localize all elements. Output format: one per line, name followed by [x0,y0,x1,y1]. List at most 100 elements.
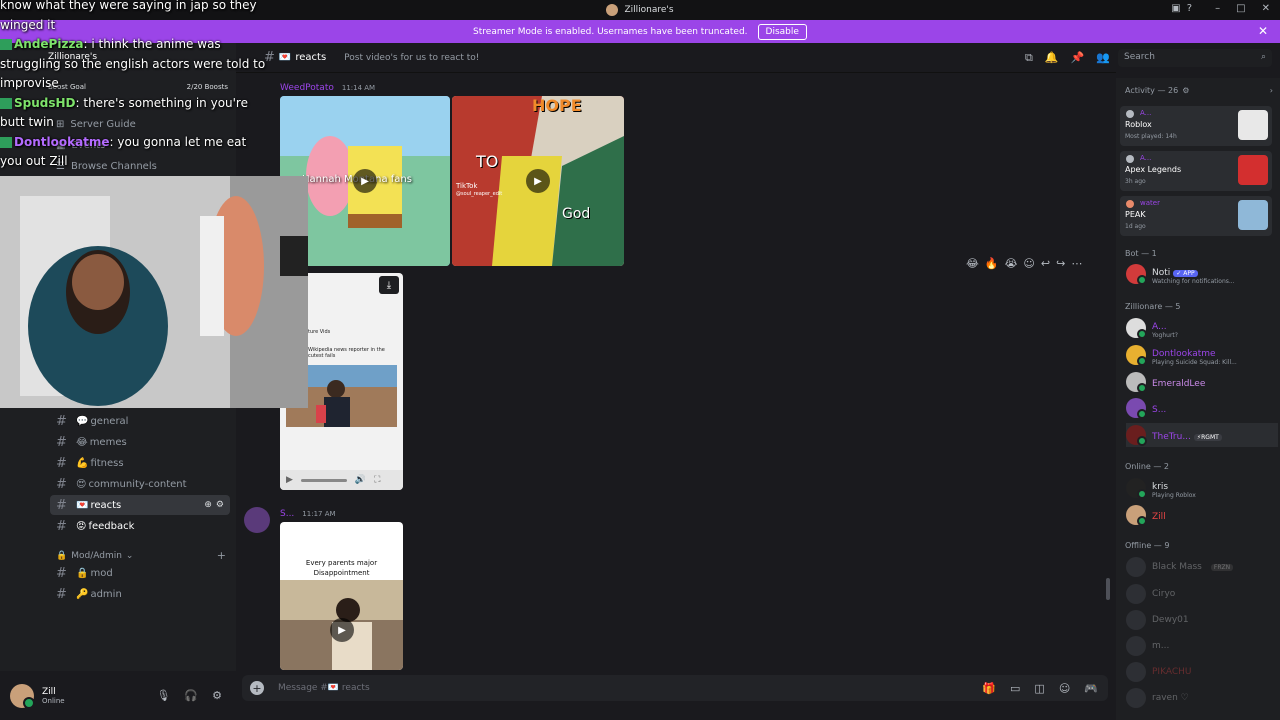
fullscreen-icon[interactable]: ⛶ [374,475,380,485]
member-item[interactable]: Ciryo [1126,582,1276,606]
channel-mod[interactable]: # 🔒 mod [50,563,230,583]
chat-scrollbar[interactable] [1106,578,1110,600]
avatar[interactable] [10,683,35,709]
badge-icon [0,97,12,109]
reaction-cry-icon[interactable]: 😭 [1005,257,1018,270]
gift-icon[interactable]: 🎁 [982,682,996,695]
hash-icon: # [56,497,67,513]
video-text-top: HOPE [532,96,582,115]
video-controls[interactable]: ▶ 🔊 ⛶ [280,470,403,490]
activity-card[interactable]: A... Apex Legends 3h ago [1120,151,1272,191]
members-icon[interactable]: 👥 [1096,51,1110,65]
play-icon[interactable]: ▶ [330,618,354,642]
gear-icon[interactable]: ⚙ [212,689,222,702]
help-icon[interactable]: ? [1187,3,1192,14]
chat-area: # 💌 reacts Post video's for us to react to… [236,43,1116,720]
pin-icon[interactable]: 📌 [1071,51,1085,65]
message-input[interactable]: Message #💌 reacts [278,683,370,693]
activity-card[interactable]: water PEAK 1d ago [1120,196,1272,236]
bot-header: Bot — 1 [1125,249,1157,258]
avatar [1126,636,1146,656]
microphone-icon[interactable]: 🎙 [156,689,170,702]
download-icon[interactable]: ⤓ [379,276,399,294]
reaction-laugh-icon[interactable]: 😂 [966,257,979,270]
reply-icon[interactable]: ↩ [1041,257,1050,270]
member-item[interactable]: Noti ✓ APP Watching for notifications... [1126,262,1276,286]
avatar [1126,372,1147,393]
emoji-icon[interactable]: ☺ [1059,682,1070,695]
invite-icon[interactable]: ⊕ [204,500,212,510]
tiktok-label: TikTok [456,182,478,190]
activity-header: Activity — 26 ⚙ › [1125,86,1273,95]
offline-header: Offline — 9 [1125,541,1170,550]
seek-bar[interactable] [300,478,347,482]
inbox-icon[interactable]: ▣ [1171,3,1180,14]
sticker-icon[interactable]: ◫ [1034,682,1044,695]
play-icon[interactable]: ▶ [353,169,377,193]
play-icon[interactable]: ▶ [526,169,550,193]
reaction-fire-icon[interactable]: 🔥 [985,257,999,270]
peak-game-icon [1238,200,1268,230]
search-placeholder: Search [1124,52,1155,62]
disable-streamer-button[interactable]: Disable [757,23,807,40]
minimize-button[interactable]: – [1215,3,1220,14]
activity-card[interactable]: A... Roblox Most played: 14h [1120,106,1272,146]
member-item[interactable]: TheTru... ⚡RGMT [1126,423,1278,447]
webcam-overlay [0,176,308,408]
member-item[interactable]: EmeraldLee [1126,370,1276,394]
member-item[interactable]: Black Mass FRZN [1126,555,1276,579]
member-item[interactable]: S... [1126,396,1276,420]
user-status: Online [42,696,65,705]
video-caption: Every parents major Disappointment [305,559,378,577]
chat-line: winged it [0,17,56,32]
apex-legends-icon [1238,155,1268,185]
video-attachment[interactable]: Every parents major Disappointment ▶ [280,522,403,670]
gear-icon[interactable]: ⚙ [1182,86,1189,95]
more-icon[interactable]: ⋯ [1071,257,1082,270]
member-item[interactable]: PIKACHU [1126,660,1276,684]
threads-icon[interactable]: ⧉ [1025,51,1033,65]
channel-general[interactable]: # 💬 general [50,411,230,431]
forward-icon[interactable]: ↪ [1056,257,1065,270]
member-item[interactable]: kris Playing Roblox [1126,476,1276,500]
message-author[interactable]: WeedPotato [280,83,334,93]
channel-feedback[interactable]: # 😡 feedback [50,516,230,536]
category-mod-admin[interactable]: 🔒 Mod/Admin ⌄ + [56,549,226,562]
channel-admin[interactable]: # 🔑 admin [50,584,230,604]
gif-icon[interactable]: ▭ [1010,682,1020,695]
maximize-button[interactable]: □ [1236,3,1245,14]
close-banner-icon[interactable]: ✕ [1258,24,1268,38]
video-attachment[interactable]: HOPE TO God TikTok @soul_reaper_edit ▶ [452,96,624,266]
channel-fitness[interactable]: # 💪 fitness [50,453,230,473]
search-input[interactable]: Search ⌕ [1118,49,1272,67]
bell-icon[interactable]: 🔔 [1045,51,1059,65]
member-item[interactable]: Zill [1126,503,1276,527]
member-item[interactable]: m... [1126,634,1276,658]
message-actions: 😂 🔥 😭 ☺ ↩ ↪ ⋯ [966,257,1082,270]
member-item[interactable]: Dewy01 [1126,608,1276,632]
chevron-right-icon[interactable]: › [1270,86,1273,95]
channel-reacts[interactable]: # 💌 reacts ⊕ ⚙ [50,495,230,515]
add-attachment-icon[interactable]: + [250,681,264,695]
member-item[interactable]: A... Yoghurt? [1126,316,1276,340]
chat-line: butt twin [0,115,54,129]
avatar [1126,398,1147,419]
volume-icon[interactable]: 🔊 [355,475,366,485]
avatar[interactable] [244,507,270,533]
message-author[interactable]: S... [280,509,294,519]
add-reaction-icon[interactable]: ☺ [1023,257,1034,270]
avatar [1126,610,1146,630]
channel-memes[interactable]: # 😂 memes [50,432,230,452]
member-item[interactable]: Dontlookatme Playing Suicide Squad: Kill.… [1126,343,1276,367]
message-header: WeedPotato 11:14 AM [280,83,375,93]
channel-community-content[interactable]: # 😍 community-content [50,474,230,494]
apps-icon[interactable]: 🎮 [1084,682,1098,695]
play-icon[interactable]: ▶ [286,475,293,485]
headphones-icon[interactable]: 🎧 [184,689,198,702]
message-composer[interactable]: + Message #💌 reacts 🎁 ▭ ◫ ☺ 🎮 [242,675,1108,701]
gear-icon[interactable]: ⚙ [216,500,224,510]
member-item[interactable]: raven ♡ [1126,686,1276,710]
video-text-mid: TO [476,152,499,171]
add-channel-icon[interactable]: + [217,549,226,562]
close-window-button[interactable]: ✕ [1262,3,1270,14]
